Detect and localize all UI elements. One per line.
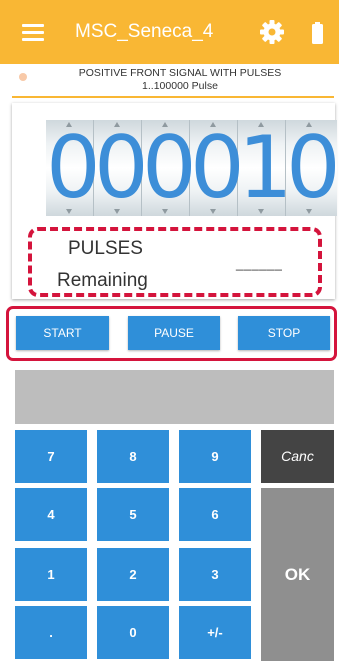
digit-wheel[interactable]: 0 (142, 118, 197, 218)
key-3[interactable]: 3 (179, 548, 251, 601)
key-6[interactable]: 6 (179, 488, 251, 541)
decrement-arrow-icon[interactable] (114, 209, 120, 214)
input-display (15, 370, 334, 424)
digit: 0 (286, 118, 339, 218)
ok-button[interactable]: OK (261, 488, 334, 661)
start-button[interactable]: START (16, 316, 109, 350)
key-8[interactable]: 8 (97, 430, 169, 483)
decrement-arrow-icon[interactable] (66, 209, 72, 214)
gear-icon[interactable] (258, 18, 286, 46)
decrement-arrow-icon[interactable] (306, 209, 312, 214)
key-1[interactable]: 1 (15, 548, 87, 601)
app-bar: MSC_Seneca_4 (0, 0, 339, 64)
key-2[interactable]: 2 (97, 548, 169, 601)
digit-wheel[interactable]: 0 (190, 118, 245, 218)
key-4[interactable]: 4 (15, 488, 87, 541)
digit: 0 (46, 118, 101, 218)
key-5[interactable]: 5 (97, 488, 169, 541)
digit: 1 (238, 118, 293, 218)
key-9[interactable]: 9 (179, 430, 251, 483)
battery-icon (311, 22, 324, 44)
digit-wheel[interactable]: 1 (238, 118, 293, 218)
digit: 0 (190, 118, 245, 218)
stop-button[interactable]: STOP (238, 316, 330, 350)
key-0[interactable]: 0 (97, 606, 169, 659)
pulse-range: 1..100000 Pulse (142, 80, 218, 92)
decrement-arrow-icon[interactable] (210, 209, 216, 214)
key-plus-minus[interactable]: +/- (179, 606, 251, 659)
hamburger-menu-icon[interactable] (22, 24, 44, 41)
digit: 0 (94, 118, 149, 218)
header-divider (12, 96, 334, 98)
digit-wheel[interactable]: 0 (46, 118, 101, 218)
cancel-button[interactable]: Canc (261, 430, 334, 483)
mode-description: POSITIVE FRONT SIGNAL WITH PULSES (78, 67, 282, 79)
status-dot (19, 73, 27, 81)
key-decimal[interactable]: . (15, 606, 87, 659)
pulses-label: PULSES (68, 238, 143, 259)
remaining-label: Remaining (57, 270, 148, 291)
decrement-arrow-icon[interactable] (162, 209, 168, 214)
decrement-arrow-icon[interactable] (258, 209, 264, 214)
digit-wheel[interactable]: 0 (94, 118, 149, 218)
digit-wheel[interactable]: 0 (286, 118, 339, 218)
app-title: MSC_Seneca_4 (75, 21, 214, 42)
digit-roller: 0 0 0 0 1 0 (46, 118, 339, 218)
key-7[interactable]: 7 (15, 430, 87, 483)
pause-button[interactable]: PAUSE (128, 316, 220, 350)
remaining-pulses-value: ______ (236, 256, 283, 271)
digit: 0 (142, 118, 197, 218)
